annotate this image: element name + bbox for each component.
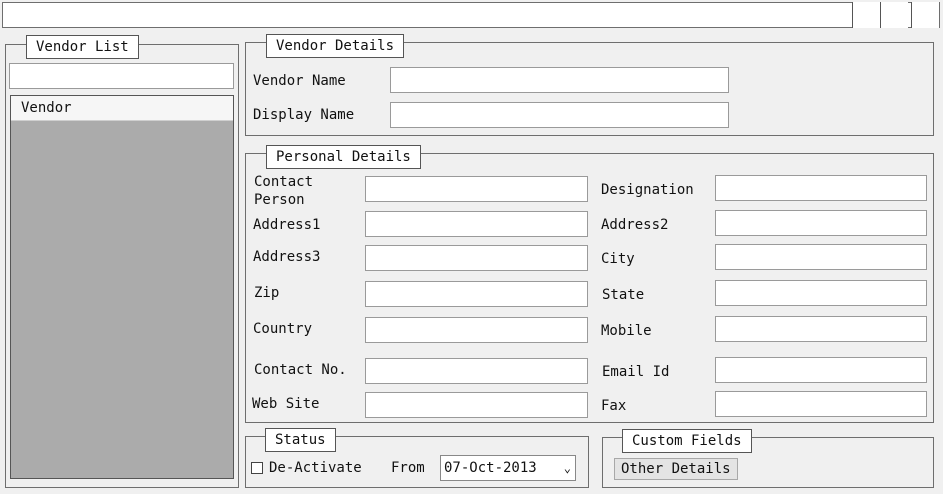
fax-input[interactable] [715,391,927,417]
custom-fields-title: Custom Fields [622,429,752,453]
zip-label: Zip [254,285,280,301]
vendor-grid[interactable]: Vendor [10,95,234,479]
toolbar-button-1[interactable] [852,2,880,28]
zip-input[interactable] [365,281,588,307]
toolbar-button-3[interactable] [911,2,939,28]
address2-label: Address2 [601,217,669,233]
address1-input[interactable] [365,211,588,237]
chevron-down-icon[interactable]: ⌄ [564,456,571,480]
vendor-name-label: Vendor Name [253,73,346,89]
website-label: Web Site [252,396,320,412]
top-toolbar [2,2,940,28]
status-title: Status [265,428,336,452]
from-date-picker[interactable]: 07-Oct-2013 ⌄ [440,455,576,481]
display-name-label: Display Name [253,107,355,123]
state-input[interactable] [715,280,927,306]
contact-no-label: Contact No. [254,362,347,378]
address3-input[interactable] [365,245,588,271]
contact-person-input[interactable] [365,176,588,202]
toolbar-button-2[interactable] [880,2,908,28]
website-input[interactable] [365,392,588,418]
state-label: State [602,287,645,303]
address1-label: Address1 [253,217,321,233]
address2-input[interactable] [715,210,927,236]
vendor-list-title: Vendor List [26,35,139,59]
deactivate-label[interactable]: De-Activate [269,460,362,476]
country-input[interactable] [365,317,588,343]
contact-no-input[interactable] [365,358,588,384]
address3-label: Address3 [253,249,321,265]
vendor-search-input[interactable] [9,63,234,89]
other-details-button[interactable]: Other Details [614,458,738,480]
from-date-value: 07-Oct-2013 [444,460,537,476]
email-label: Email Id [602,364,670,380]
vendor-column-header[interactable]: Vendor [11,96,233,121]
email-input[interactable] [715,357,927,383]
city-label: City [601,251,635,267]
contact-person-label: Contact Person [254,174,314,208]
deactivate-checkbox[interactable] [251,462,263,474]
from-label: From [391,460,425,476]
personal-details-title: Personal Details [266,145,421,169]
designation-input[interactable] [715,175,927,201]
vendor-name-input[interactable] [390,67,729,93]
country-label: Country [253,321,313,337]
mobile-label: Mobile [601,323,652,339]
vendor-details-title: Vendor Details [266,34,405,58]
fax-label: Fax [601,398,627,414]
city-input[interactable] [715,244,927,270]
designation-label: Designation [601,182,694,198]
display-name-input[interactable] [390,102,729,128]
mobile-input[interactable] [715,316,927,342]
